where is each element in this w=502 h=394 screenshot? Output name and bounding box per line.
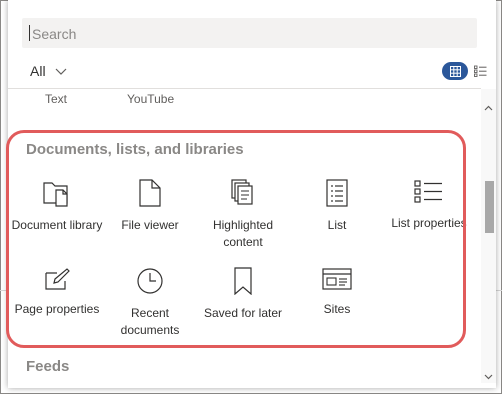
list-view-button[interactable] bbox=[472, 63, 488, 79]
tile-label: Page properties bbox=[14, 302, 100, 316]
tile-label: List properties bbox=[391, 216, 467, 230]
list-view-icon bbox=[473, 65, 486, 77]
tile-list-properties[interactable]: List properties bbox=[383, 179, 475, 232]
webpart-list: Text YouTube Documents, lists, and libra… bbox=[8, 89, 481, 383]
scroll-up-arrow-icon[interactable] bbox=[484, 98, 493, 116]
tile-label: Sites bbox=[323, 302, 351, 316]
tile-sites[interactable]: Sites bbox=[291, 267, 383, 318]
document-library-icon bbox=[43, 182, 68, 207]
tile-file-viewer[interactable]: File viewer bbox=[104, 179, 196, 234]
view-toggle bbox=[442, 62, 492, 80]
tile-saved-for-later[interactable]: Saved for later bbox=[197, 267, 289, 322]
tile-label: Document library bbox=[11, 218, 103, 232]
tile-label: List bbox=[327, 218, 347, 232]
tile-label-text[interactable]: Text bbox=[45, 92, 67, 106]
tile-highlighted-content[interactable]: Highlighted content bbox=[197, 179, 289, 251]
tile-label: Saved for later bbox=[203, 306, 283, 320]
list-icon bbox=[326, 179, 348, 207]
scroll-down-arrow-icon[interactable] bbox=[484, 367, 493, 385]
search-box[interactable] bbox=[22, 18, 477, 50]
recent-documents-icon bbox=[137, 268, 163, 294]
highlighted-content-icon bbox=[231, 179, 253, 205]
tile-recent-documents[interactable]: Recent documents bbox=[104, 267, 196, 339]
section-heading-feeds: Feeds bbox=[26, 358, 70, 375]
section-heading-documents: Documents, lists, and libraries bbox=[26, 141, 244, 158]
tile-label: Highlighted content bbox=[212, 218, 274, 249]
saved-for-later-icon bbox=[234, 267, 252, 295]
tile-document-library[interactable]: Document library bbox=[11, 179, 103, 234]
tile-page-properties[interactable]: Page properties bbox=[11, 267, 103, 318]
scrollbar-thumb[interactable] bbox=[485, 181, 494, 233]
tile-label: File viewer bbox=[121, 218, 179, 232]
file-viewer-icon bbox=[139, 179, 161, 207]
tile-label-youtube[interactable]: YouTube bbox=[127, 92, 174, 106]
category-filter-dropdown[interactable]: All bbox=[30, 62, 67, 80]
list-properties-icon bbox=[414, 180, 442, 203]
tile-list[interactable]: List bbox=[291, 179, 383, 234]
grid-view-button[interactable] bbox=[442, 62, 468, 80]
search-input[interactable] bbox=[30, 18, 474, 50]
tile-label: Recent documents bbox=[120, 306, 180, 337]
sites-icon bbox=[322, 268, 352, 290]
grid-icon bbox=[449, 65, 461, 77]
chevron-down-icon bbox=[55, 63, 67, 79]
category-filter-label: All bbox=[30, 63, 46, 79]
vertical-scrollbar[interactable] bbox=[481, 89, 496, 383]
page-properties-icon bbox=[45, 268, 70, 290]
webpart-picker-panel: All Text bbox=[8, 0, 496, 388]
